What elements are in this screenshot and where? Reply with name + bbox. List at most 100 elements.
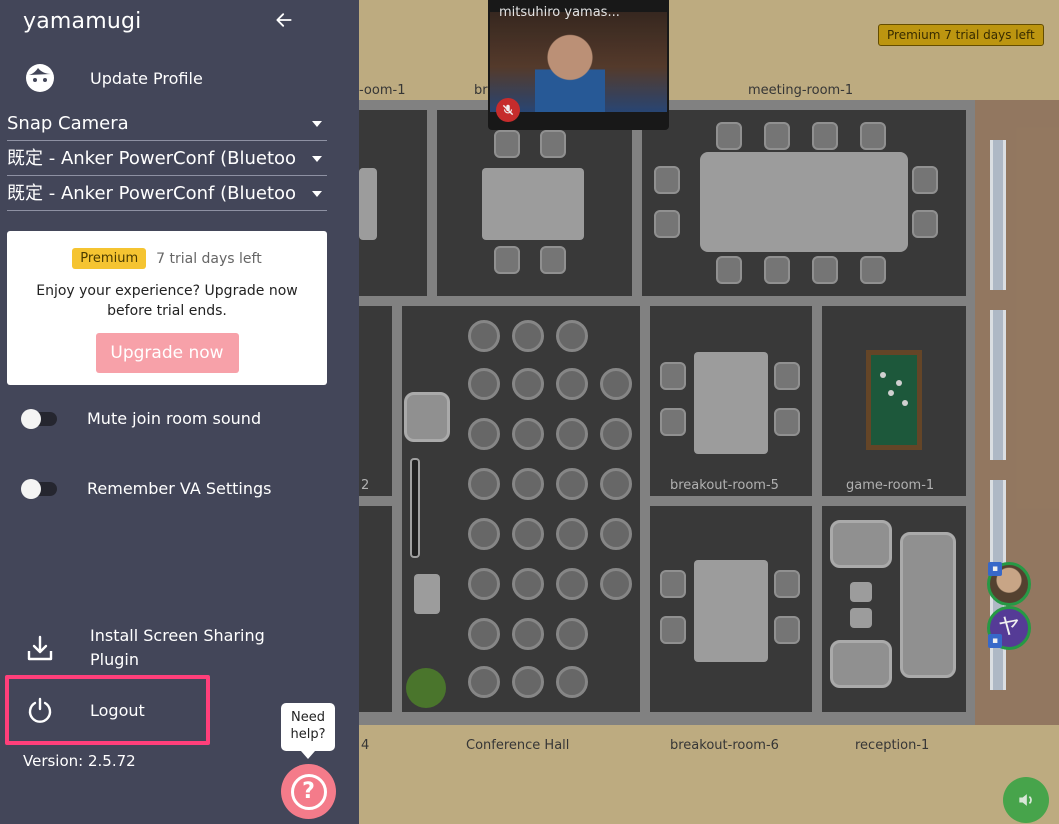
chair — [812, 256, 838, 284]
version-text: Version: 2.5.72 — [23, 752, 136, 770]
table — [694, 352, 768, 454]
armchair — [404, 392, 450, 442]
room-label-conference: Conference Hall — [466, 738, 570, 753]
premium-trial-tag[interactable]: Premium 7 trial days left — [878, 24, 1044, 46]
pool-ball — [902, 400, 908, 406]
chair — [540, 246, 566, 274]
remember-va-row[interactable]: Remember VA Settings — [21, 478, 272, 499]
update-profile-button[interactable]: Update Profile — [23, 61, 203, 95]
contact-badge-icon: ▪ — [988, 634, 1002, 648]
plant — [406, 668, 446, 708]
back-arrow-icon[interactable] — [272, 10, 296, 34]
armchair — [830, 520, 892, 568]
room-label-left-2: 2 — [361, 478, 370, 493]
speaker-device — [414, 574, 440, 614]
upgrade-now-button[interactable]: Upgrade now — [95, 333, 239, 373]
chair — [494, 246, 520, 274]
camera-select[interactable]: Snap Camera — [7, 107, 327, 141]
trial-days-text: 7 trial days left — [156, 250, 262, 267]
chevron-down-icon — [312, 121, 322, 127]
room-label-reception: reception-1 — [855, 738, 930, 753]
bench — [990, 140, 1006, 290]
room-left-bottom — [359, 506, 392, 712]
auditorium-seat — [600, 518, 632, 550]
chair — [774, 362, 800, 390]
chair — [494, 130, 520, 158]
auditorium-seat — [468, 468, 500, 500]
promo-header: Premium 7 trial days left — [7, 248, 327, 269]
chair — [774, 570, 800, 598]
room-label-top-left: -oom-1 — [359, 83, 406, 98]
auditorium-seat — [556, 418, 588, 450]
settings-sidebar: yamamugi Update Profile Snap Camera 既定 -… — [0, 0, 359, 824]
auditorium-seat — [600, 468, 632, 500]
pool-ball — [888, 390, 894, 396]
mute-join-sound-label: Mute join room sound — [87, 409, 262, 428]
meeting-table — [700, 152, 908, 252]
camera-badge-icon: ▪ — [988, 562, 1002, 576]
chair — [654, 210, 680, 238]
chevron-down-icon — [312, 191, 322, 197]
auditorium-seat — [512, 518, 544, 550]
remember-va-label: Remember VA Settings — [87, 479, 272, 498]
mute-join-sound-row[interactable]: Mute join room sound — [21, 408, 262, 429]
chair — [764, 256, 790, 284]
premium-promo-card: Premium 7 trial days left Enjoy your exp… — [7, 231, 327, 385]
auditorium-seat — [512, 618, 544, 650]
auditorium-seat — [512, 418, 544, 450]
update-profile-label: Update Profile — [90, 68, 203, 88]
table — [482, 168, 584, 240]
speaker-select[interactable]: 既定 - Anker PowerConf (Bluetoo — [7, 177, 327, 211]
app-title: yamamugi — [23, 9, 142, 34]
chair — [660, 362, 686, 390]
chair — [716, 122, 742, 150]
room-label-bottom-4: 4 — [361, 738, 370, 753]
auditorium-seat — [556, 568, 588, 600]
microphone-select-value: 既定 - Anker PowerConf (Bluetoo — [7, 148, 297, 169]
chair — [716, 256, 742, 284]
room-label-game: game-room-1 — [846, 478, 935, 493]
speaker-volume-button[interactable] — [1003, 777, 1049, 823]
auditorium-seat — [468, 368, 500, 400]
tv-screen — [410, 458, 420, 558]
sofa — [900, 532, 956, 678]
chair — [660, 616, 686, 644]
auditorium-seat — [556, 518, 588, 550]
auditorium-seat — [468, 418, 500, 450]
chair — [812, 122, 838, 150]
promo-message: Enjoy your experience? Upgrade now befor… — [36, 283, 298, 319]
room-label-top-breakout: br — [474, 83, 488, 98]
room-label-meeting: meeting-room-1 — [748, 83, 854, 98]
chair — [860, 122, 886, 150]
mute-join-sound-toggle[interactable] — [21, 408, 57, 429]
chair — [764, 122, 790, 150]
auditorium-seat — [468, 618, 500, 650]
bench — [990, 310, 1006, 460]
auditorium-seat — [556, 368, 588, 400]
remember-va-toggle[interactable] — [21, 478, 57, 499]
microphone-select[interactable]: 既定 - Anker PowerConf (Bluetoo — [7, 142, 327, 176]
chevron-down-icon — [312, 156, 322, 162]
mic-muted-icon[interactable] — [496, 98, 520, 122]
install-plugin-button[interactable]: Install Screen Sharing Plugin — [23, 624, 280, 672]
auditorium-seat — [600, 418, 632, 450]
video-feed — [490, 12, 667, 112]
auditorium-seat — [468, 568, 500, 600]
participant-name: mitsuhiro yamas... — [499, 5, 620, 20]
chair — [660, 408, 686, 436]
chair — [912, 210, 938, 238]
help-button[interactable]: ? — [281, 764, 336, 819]
auditorium-seat — [512, 320, 544, 352]
chair — [540, 130, 566, 158]
logout-highlight-box — [5, 675, 210, 745]
chair — [774, 408, 800, 436]
camera-select-value: Snap Camera — [7, 113, 129, 134]
auditorium-seat — [512, 568, 544, 600]
auditorium-seat — [512, 368, 544, 400]
pool-ball — [880, 372, 886, 378]
chair — [654, 166, 680, 194]
room-label-breakout-6: breakout-room-6 — [670, 738, 779, 753]
speaker-select-value: 既定 - Anker PowerConf (Bluetoo — [7, 183, 297, 204]
auditorium-seat — [556, 666, 588, 698]
download-icon — [23, 631, 57, 665]
